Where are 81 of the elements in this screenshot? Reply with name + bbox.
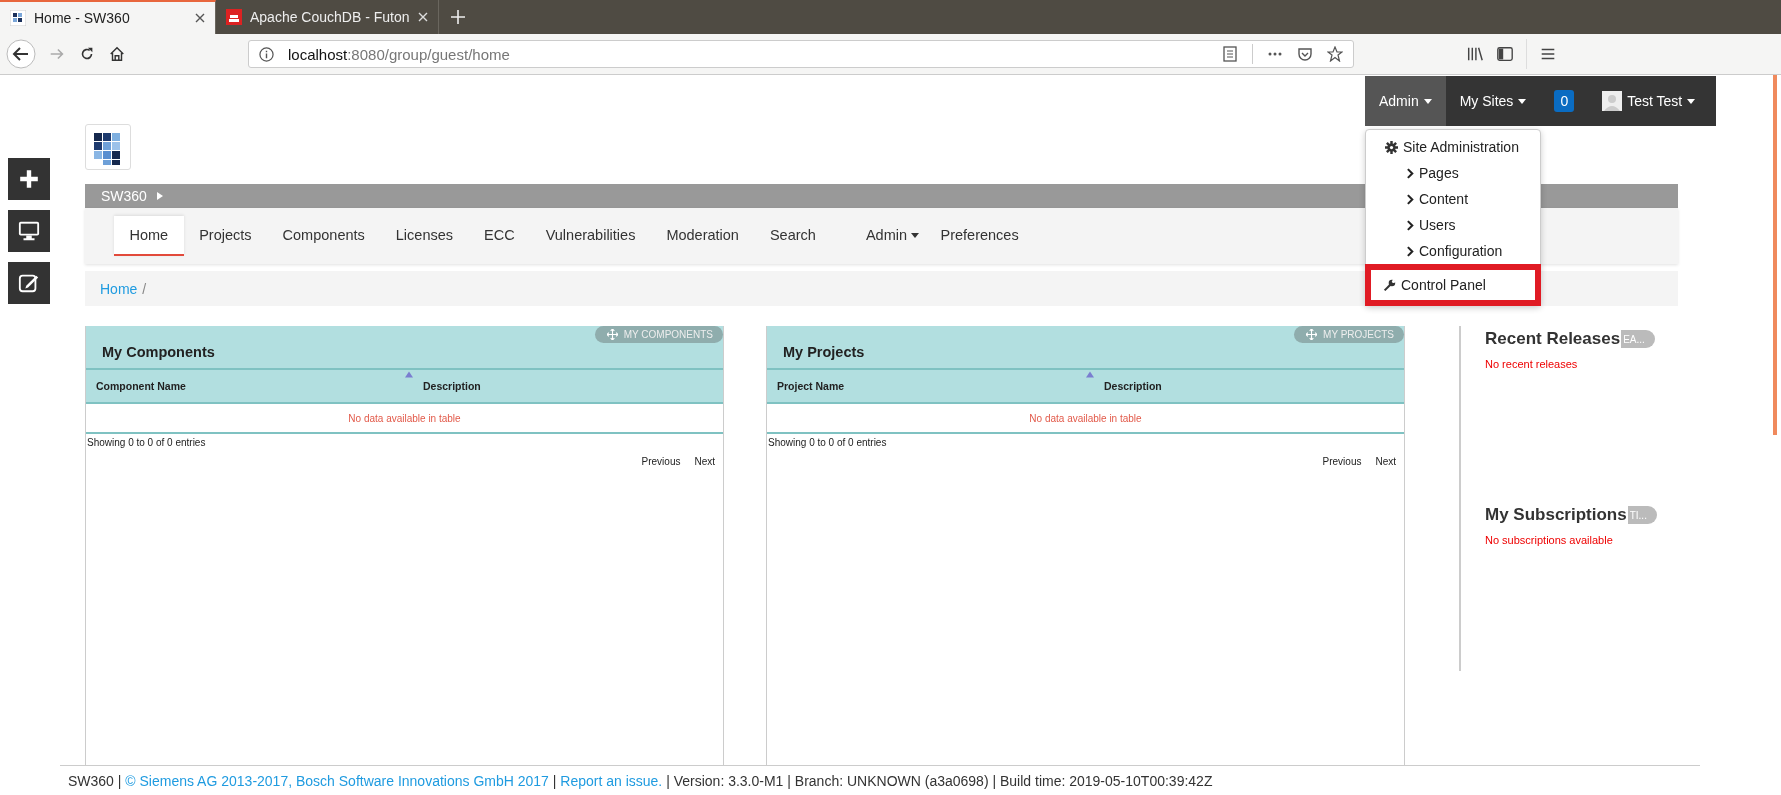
empty-table-message: No data available in table: [348, 412, 461, 424]
caret-icon: [1423, 98, 1432, 104]
library-icon[interactable]: [1466, 45, 1484, 63]
breadcrumb-separator: /: [142, 280, 147, 297]
pagination-link[interactable]: Previous: [641, 456, 681, 467]
footer-text: SW360 | © Siemens AG 2013-2017, Bosch Software Innovations GmbH 2017 | Report an issue. | Version: 3.3.0-M1 | Branch: UNKNOWN (a3a0698) | Build time: 2019-05-10T00:39:42Z: [60, 765, 1700, 795]
menu-item[interactable]: Site Administration: [1366, 134, 1540, 160]
nav-tab[interactable]: ECC: [468, 216, 531, 256]
home-icon[interactable]: [108, 45, 126, 63]
preview-button[interactable]: [8, 210, 50, 252]
entries-info: Showing 0 to 0 of 0 entries: [86, 436, 207, 450]
column-header[interactable]: Project Name: [767, 380, 1094, 392]
sort-up-icon: [1086, 371, 1094, 378]
address-bar[interactable]: localhost:8080/group/guest/home: [248, 40, 1354, 68]
scrollbar-thumb[interactable]: [1773, 75, 1777, 435]
nav-tab[interactable]: Moderation: [650, 216, 755, 256]
wrench-icon: [1383, 278, 1396, 292]
menu-item[interactable]: Content: [1366, 186, 1540, 212]
chevron-icon: [1407, 193, 1414, 205]
move-icon: [606, 329, 618, 340]
close-icon[interactable]: [195, 13, 205, 23]
caret-icon: [1687, 98, 1696, 104]
url-text: localhost:8080/group/guest/home: [288, 45, 511, 63]
pagination-link[interactable]: Next: [1375, 456, 1396, 467]
admin-bar-menu[interactable]: Admin: [1365, 76, 1446, 126]
empty-message: No subscriptions available: [1485, 534, 1614, 546]
user-menu[interactable]: Test Test: [1588, 76, 1710, 126]
nav-tab[interactable]: Preferences: [925, 216, 1035, 256]
nav-tab[interactable]: Components: [267, 216, 381, 256]
avatar-icon: [1602, 91, 1623, 111]
nav-tab[interactable]: Search: [754, 216, 832, 256]
nav-tab[interactable]: Vulnerabilities: [530, 216, 651, 256]
back-icon[interactable]: [6, 39, 36, 69]
nav-tab[interactable]: Projects: [183, 216, 268, 256]
section-title: Recent Releases: [1485, 329, 1621, 349]
move-icon: [1306, 329, 1318, 340]
browser-tab[interactable]: Home - SW360: [0, 0, 216, 34]
sidebar-icon[interactable]: [1496, 45, 1514, 63]
star-icon[interactable]: [1327, 46, 1343, 62]
couch-favicon-icon: [226, 9, 242, 25]
pagination-link[interactable]: Previous: [1322, 456, 1362, 467]
column-header[interactable]: Component Name: [86, 380, 413, 392]
new-tab-icon[interactable]: [450, 10, 465, 24]
tab-title: Home - SW360: [34, 10, 131, 26]
pocket-icon[interactable]: [1297, 46, 1313, 62]
nav-tab[interactable]: Admin: [850, 216, 925, 256]
column-header[interactable]: Description: [413, 380, 481, 392]
empty-table-message: No data available in table: [1029, 412, 1142, 424]
empty-message: No recent releases: [1485, 358, 1579, 370]
menu-item[interactable]: Users: [1366, 212, 1540, 238]
play-icon[interactable]: [156, 192, 163, 200]
menu-item[interactable]: Configuration: [1366, 238, 1540, 264]
menu-item[interactable]: Pages: [1366, 160, 1540, 186]
entries-info: Showing 0 to 0 of 0 entries: [767, 436, 888, 450]
edit-button[interactable]: [8, 262, 50, 304]
chevron-icon: [1407, 245, 1414, 257]
caret-icon: [1518, 98, 1527, 104]
plus-icon: [18, 168, 40, 190]
tab-title: Apache CouchDB - Futon: [250, 9, 410, 25]
nav-tab[interactable]: Home: [114, 216, 184, 256]
reader-view-icon[interactable]: [1222, 46, 1238, 62]
sort-up-icon: [405, 371, 413, 378]
pagination-link[interactable]: Next: [694, 456, 715, 467]
portlet-title: My Projects: [783, 344, 865, 360]
info-icon: [259, 46, 274, 62]
chevron-icon: [1407, 219, 1414, 231]
caret-icon: [911, 232, 919, 238]
gear-icon: [1385, 140, 1398, 154]
monitor-icon: [18, 220, 40, 242]
portlet-title: My Components: [102, 344, 215, 360]
grid-favicon-icon: [10, 10, 26, 26]
site-logo[interactable]: [85, 124, 131, 170]
section-title: My Subscriptions: [1485, 505, 1627, 525]
notification-count[interactable]: 0: [1554, 90, 1575, 112]
add-button[interactable]: [8, 158, 50, 200]
column-header[interactable]: Description: [1094, 380, 1162, 392]
edit-icon: [18, 272, 40, 294]
nav-tab[interactable]: Licenses: [380, 216, 469, 256]
menu-item[interactable]: Control Panel: [1365, 264, 1541, 306]
admin-bar-menu[interactable]: My Sites: [1445, 76, 1541, 126]
chevron-icon: [1407, 167, 1414, 179]
